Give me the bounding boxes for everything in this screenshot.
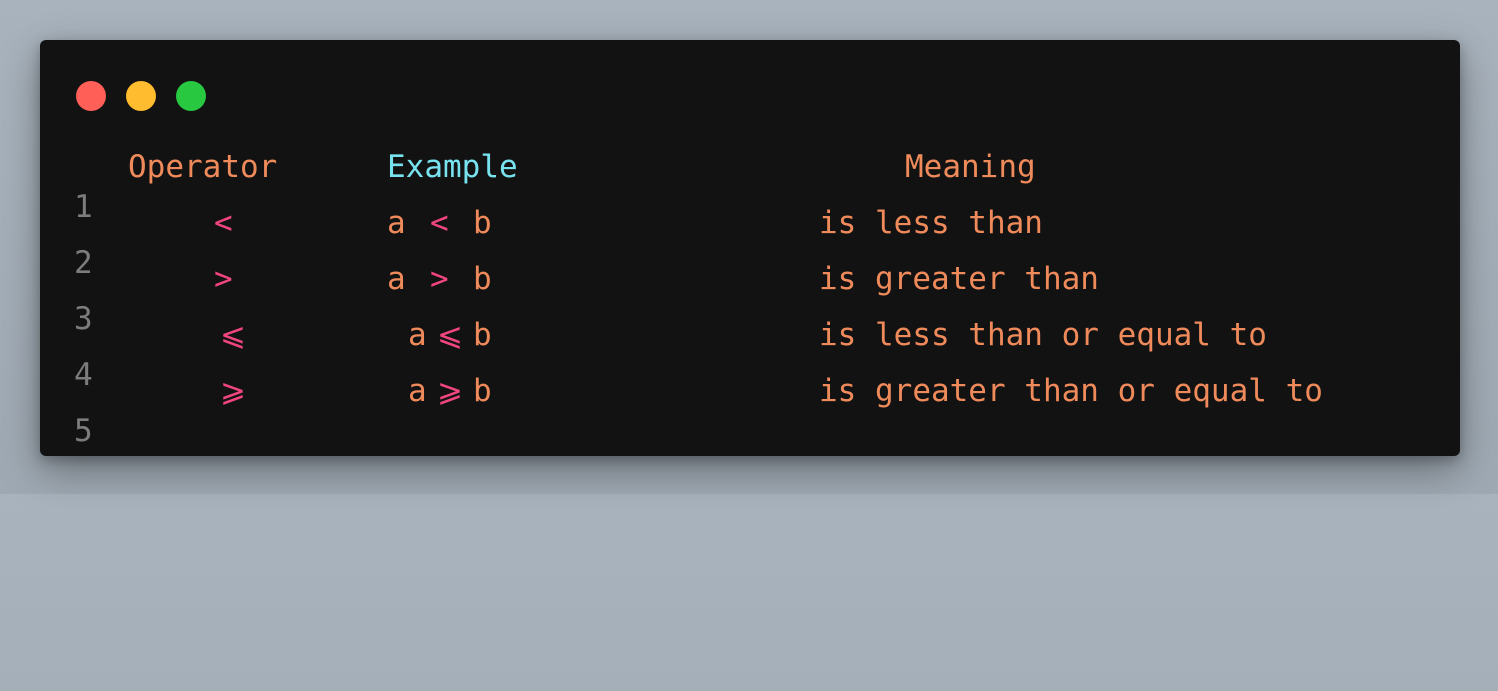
close-window-button[interactable] — [76, 81, 106, 111]
example-operand-b: b — [473, 317, 492, 353]
operator-symbol: ⩾ — [220, 373, 246, 409]
example-operator: < — [430, 205, 449, 241]
example-operand-b: b — [473, 205, 492, 241]
code-line-1: 1 Operator Example Meaning — [40, 147, 1460, 225]
minimize-window-button[interactable] — [126, 81, 156, 111]
example-operand-b: b — [473, 373, 492, 409]
code-line-4: 4 ⩽ a ⩽ b is less than or equal to — [40, 315, 1460, 393]
example-operator: ⩾ — [437, 373, 463, 409]
code-line-3: 3 > a > b is greater than — [40, 259, 1460, 337]
example-operand-a: a — [408, 317, 427, 353]
meaning-column-header: Meaning — [905, 149, 1036, 185]
meaning-text: is greater than or equal to — [819, 373, 1323, 409]
example-operand-a: a — [408, 373, 427, 409]
example-operator: ⩽ — [437, 317, 463, 353]
maximize-window-button[interactable] — [176, 81, 206, 111]
operator-column-header: Operator — [128, 149, 278, 185]
code-line-5: 5 ⩾ a ⩾ b is greater than or equal to — [40, 371, 1460, 449]
meaning-text: is less than or equal to — [819, 317, 1267, 353]
meaning-text: is less than — [819, 205, 1043, 241]
example-column-header: Example — [387, 149, 518, 185]
operator-symbol: < — [214, 205, 233, 241]
code-window: 1 Operator Example Meaning 2 < a < b is … — [40, 40, 1460, 456]
example-operator: > — [430, 261, 449, 297]
operator-symbol: > — [214, 261, 233, 297]
line-number: 5 — [74, 413, 93, 449]
operator-symbol: ⩽ — [220, 317, 246, 353]
code-line-2: 2 < a < b is less than — [40, 203, 1460, 281]
meaning-text: is greater than — [819, 261, 1099, 297]
example-operand-b: b — [473, 261, 492, 297]
example-operand-a: a — [387, 205, 406, 241]
example-operand-a: a — [387, 261, 406, 297]
